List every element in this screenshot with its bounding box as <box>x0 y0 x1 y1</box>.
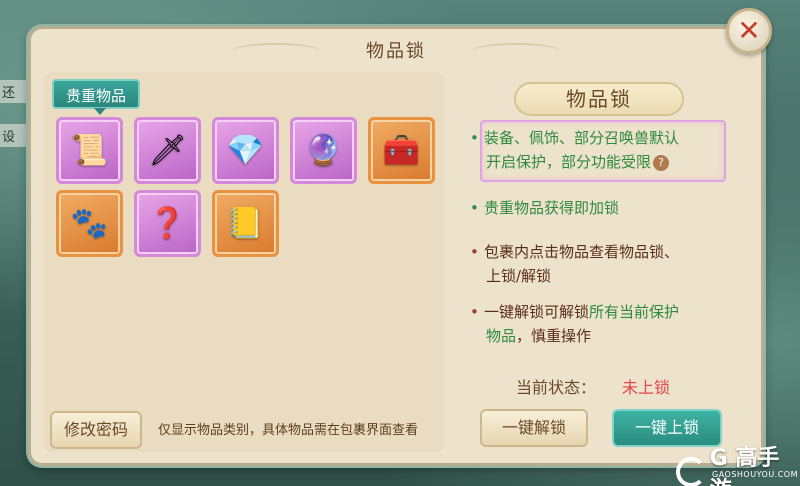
display-note: 仅显示物品类别，具体物品需在包裹界面查看 <box>158 423 419 438</box>
bullet-1-line-1: 装备、佩饰、部分召唤兽默认 <box>484 129 680 147</box>
unlock-all-button[interactable]: 一键解锁 <box>480 409 588 447</box>
close-icon: ✕ <box>737 14 761 47</box>
bullet-2-rest: 获得即加锁 <box>544 199 620 217</box>
tab-valuable-items[interactable]: 贵重物品 <box>52 79 140 115</box>
bullet-3-line-1: 包裹内点击物品查看物品锁、 <box>484 243 680 261</box>
item-slot-crystal[interactable]: 💎 <box>212 117 279 184</box>
item-slot-orb[interactable]: 🔮 <box>290 117 357 184</box>
orb-icon: 🔮 <box>304 133 343 168</box>
info-bullet-3: • 包裹内点击物品查看物品锁、 上锁/解锁 <box>470 240 679 288</box>
watermark-site: GAOSHOUYOU.COM <box>712 470 799 479</box>
info-bullet-2: • 贵重物品获得即加锁 <box>470 196 619 220</box>
bullet-dot: • <box>470 199 479 217</box>
bullet-4-highlight: 所有当前保护 <box>589 303 680 321</box>
mystery-icon: ❓ <box>148 206 187 241</box>
watermark: G 高手游 <box>676 440 800 486</box>
status-value: 未上锁 <box>622 378 671 397</box>
weapon-icon: 🗡 <box>148 133 187 168</box>
info-bullet-1: • 装备、佩饰、部分召唤兽默认 开启保护，部分功能受限? <box>470 126 679 174</box>
scroll-icon: 📜 <box>70 133 109 168</box>
info-title: 物品锁 <box>514 82 684 116</box>
bullet-2-highlight: 贵重物品 <box>484 199 545 217</box>
item-slot-book[interactable]: 📒 <box>212 190 279 257</box>
item-slot-chest[interactable]: 🧰 <box>368 117 435 184</box>
bullet-3-line-2: 上锁/解锁 <box>486 267 552 285</box>
bullet-1-line-2: 开启保护，部分功能受限 <box>486 153 652 171</box>
bullet-dot: • <box>470 303 479 321</box>
change-password-button[interactable]: 修改密码 <box>50 411 142 449</box>
watermark-logo-icon <box>676 457 706 486</box>
watermark-brand: G 高手游 <box>709 446 780 486</box>
bullet-4-line-2-rest: ，慎重操作 <box>516 327 592 345</box>
status-label: 当前状态： <box>516 378 597 397</box>
dialog-title: 物品锁 <box>366 41 426 62</box>
bullet-4-line-2-highlight: 物品 <box>486 327 517 345</box>
pet-icon: 🐾 <box>70 206 109 241</box>
item-slot-scroll[interactable]: 📜 <box>56 117 123 184</box>
info-bullet-4: • 一键解锁可解锁所有当前保护 物品，慎重操作 <box>470 300 679 348</box>
background-text-1: 还 <box>0 80 30 103</box>
bullet-4-prefix: 一键解锁可解锁 <box>484 303 590 321</box>
crystal-icon: 💎 <box>226 133 265 168</box>
item-slot-mystery[interactable]: ❓ <box>134 190 201 257</box>
item-slot-weapon[interactable]: 🗡 <box>134 117 201 184</box>
bullet-dot: • <box>470 129 479 147</box>
close-button[interactable]: ✕ <box>726 8 772 54</box>
background-text-2: 设 <box>0 124 30 147</box>
book-icon: 📒 <box>226 206 265 241</box>
chest-icon: 🧰 <box>382 133 421 168</box>
item-slot-pet[interactable]: 🐾 <box>56 190 123 257</box>
help-icon[interactable]: ? <box>653 154 670 171</box>
bullet-dot: • <box>470 243 479 261</box>
